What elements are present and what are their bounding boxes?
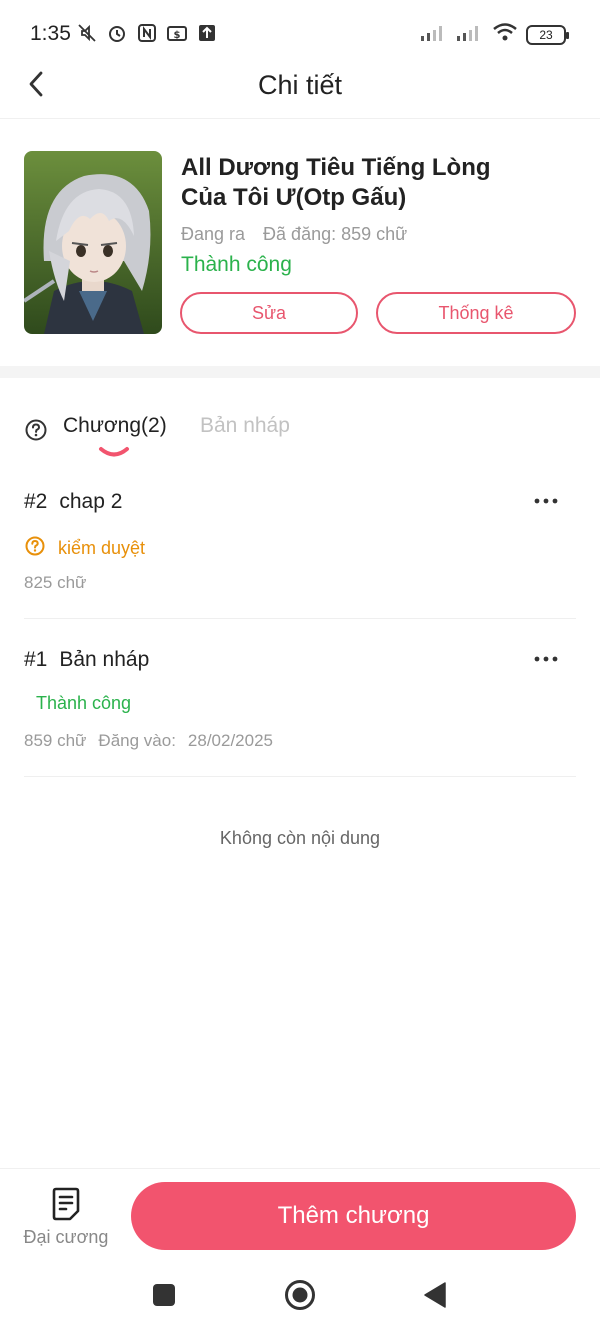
- recents-button[interactable]: [147, 1280, 181, 1314]
- chapter-title: #2 chap 2: [24, 490, 122, 514]
- chapter-item[interactable]: #2 chap 2 kiểm duyệt 825 chữ: [24, 478, 576, 619]
- outline-button[interactable]: Đại cương: [20, 1185, 112, 1251]
- nfc-icon: [136, 22, 158, 44]
- status-bar: 1:35 $ 23: [0, 0, 600, 64]
- square-icon: [152, 1283, 176, 1312]
- book-cover[interactable]: [24, 151, 162, 334]
- tab-bar: Chương(2) Bản nháp: [0, 410, 600, 466]
- chapter-word-count: 825 chữ: [24, 573, 87, 592]
- chapter-title: #1 Bản nháp: [24, 648, 149, 672]
- page-title: Chi tiết: [257, 70, 343, 100]
- back-nav-button[interactable]: [418, 1280, 452, 1314]
- more-options-button[interactable]: [530, 642, 562, 674]
- header: Chi tiết: [0, 64, 600, 119]
- more-options-button[interactable]: [530, 484, 562, 516]
- upload-icon: [196, 22, 218, 44]
- help-circle-icon[interactable]: [24, 418, 48, 447]
- chapter-status-label: kiểm duyệt: [58, 538, 146, 558]
- document-icon: [50, 1187, 82, 1226]
- edit-button[interactable]: Sửa: [180, 292, 358, 334]
- add-chapter-button[interactable]: Thêm chương: [131, 1182, 576, 1250]
- book-published-count: Đã đăng: 859 chữ: [263, 224, 408, 244]
- chapter-meta: 825 chữ: [24, 573, 86, 593]
- battery-icon: 23: [526, 24, 569, 45]
- chapter-item[interactable]: #1 Bản nháp Thành công 859 chữ Đăng vào: …: [24, 636, 576, 777]
- chapter-posted-label: Đăng vào:: [98, 731, 176, 750]
- chapter-name: Bản nháp: [59, 648, 150, 671]
- status-time: 1:35: [30, 22, 71, 45]
- status-icons-right: 23: [420, 22, 569, 47]
- book-meta: Đang ra Đã đăng: 859 chữ: [181, 224, 407, 245]
- stats-button[interactable]: Thống kê: [376, 292, 576, 334]
- chapter-number: #2: [24, 490, 48, 513]
- book-card: All Dương Tiêu Tiếng Lòng Của Tôi Ư(Otp …: [0, 120, 600, 366]
- bottom-action-bar: Đại cương Thêm chương: [0, 1168, 600, 1264]
- chapter-status-review: kiểm duyệt: [24, 535, 145, 562]
- signal-icon: [420, 22, 448, 47]
- tab-chapters[interactable]: Chương(2): [63, 414, 167, 438]
- book-state: Đang ra: [181, 224, 246, 244]
- signal-icon: [456, 22, 484, 47]
- wifi-icon: [492, 22, 518, 47]
- home-circle-icon: [284, 1279, 316, 1316]
- status-icons-left: $: [76, 22, 218, 44]
- triangle-back-icon: [423, 1281, 447, 1313]
- chapter-status-success: Thành công: [36, 693, 132, 713]
- end-of-list-note: Không còn nội dung: [219, 828, 381, 848]
- home-button[interactable]: [283, 1279, 317, 1316]
- chapter-word-count: 859 chữ: [24, 731, 87, 750]
- book-status: Thành công: [181, 253, 292, 276]
- money-icon: $: [166, 22, 188, 44]
- section-divider: [0, 366, 600, 378]
- tab-drafts[interactable]: Bản nháp: [200, 414, 290, 438]
- active-tab-indicator: [98, 446, 130, 465]
- outline-label: Đại cương: [23, 1227, 109, 1247]
- system-nav-bar: [0, 1264, 600, 1333]
- chapter-name: chap 2: [59, 490, 123, 513]
- more-horizontal-icon: [534, 491, 558, 509]
- book-title: All Dương Tiêu Tiếng Lòng Của Tôi Ư(Otp …: [181, 154, 491, 211]
- chapter-meta: 859 chữ Đăng vào: 28/02/2025: [24, 731, 273, 751]
- alarm-icon: [106, 22, 128, 44]
- mute-icon: [76, 22, 98, 44]
- help-circle-icon: [24, 535, 46, 562]
- chapter-number: #1: [24, 648, 48, 671]
- svg-text:$: $: [174, 30, 181, 41]
- more-horizontal-icon: [534, 649, 558, 667]
- chapter-posted-date: 28/02/2025: [187, 731, 274, 750]
